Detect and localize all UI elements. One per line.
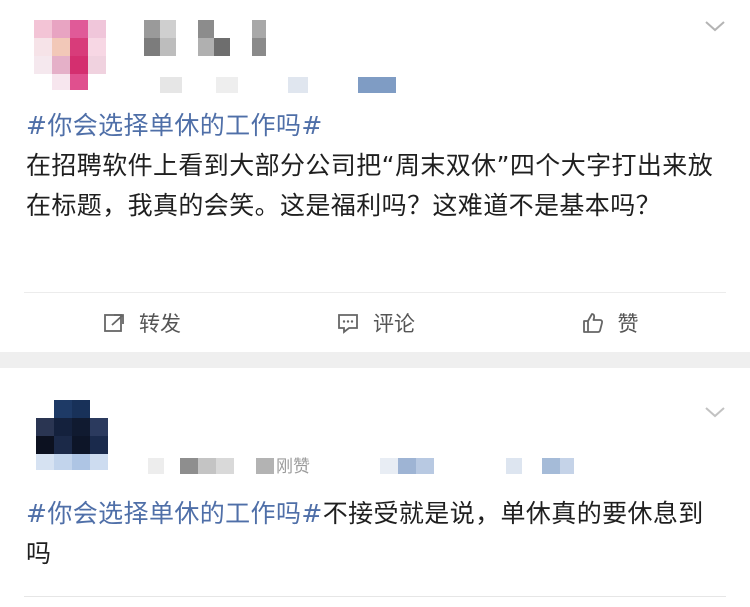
comment-button[interactable]: 评论: [258, 293, 492, 352]
post-separator: [0, 352, 750, 368]
username[interactable]: [144, 20, 274, 60]
comment-label: 评论: [373, 311, 415, 336]
post-body: #你会选择单休的工作吗# 在招聘软件上看到大部分公司把“周末双休”四个大字打出来…: [26, 106, 726, 226]
avatar[interactable]: [34, 20, 114, 94]
post-card-1: #你会选择单休的工作吗# 在招聘软件上看到大部分公司把“周末双休”四个大字打出来…: [0, 0, 750, 352]
repost-button[interactable]: 转发: [24, 293, 258, 352]
repost-label: 转发: [139, 311, 181, 336]
faint-status-label: 刚赞: [276, 457, 310, 477]
post-content-text: 在招聘软件上看到大部分公司把“周末双休”四个大字打出来放在标题，我真的会笑。这是…: [26, 151, 714, 220]
chevron-down-icon[interactable]: [702, 402, 728, 422]
post-meta: [160, 75, 410, 95]
like-button[interactable]: 赞: [492, 293, 726, 352]
like-label: 赞: [617, 311, 639, 336]
repost-icon: [101, 310, 127, 336]
post-meta: [380, 456, 580, 476]
action-bar: 转发 评论 赞: [24, 292, 726, 352]
hashtag-link[interactable]: #你会选择单休的工作吗#: [26, 106, 726, 146]
post-body: #你会选择单休的工作吗#不接受就是说，单休真的要休息到吗: [26, 494, 726, 574]
comment-icon: [335, 310, 361, 336]
divider: [24, 596, 726, 597]
username[interactable]: [140, 456, 340, 476]
chevron-down-icon[interactable]: [702, 16, 728, 36]
thumbs-up-icon: [580, 310, 606, 336]
hashtag-link[interactable]: #你会选择单休的工作吗#: [26, 499, 323, 528]
avatar[interactable]: [36, 400, 112, 474]
post-content: 在招聘软件上看到大部分公司把“周末双休”四个大字打出来放在标题，我真的会笑。这是…: [26, 146, 726, 226]
post-card-2: 刚赞 #你会选择单休的工作吗#不接受就是说，单休真的要休息到吗: [0, 368, 750, 607]
